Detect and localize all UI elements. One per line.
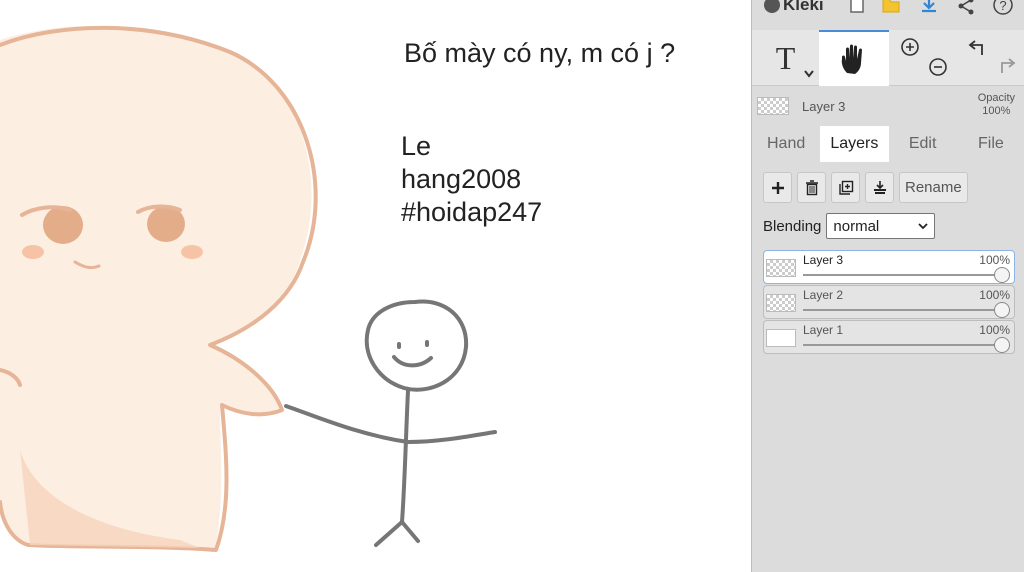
- plus-icon: [771, 181, 784, 194]
- new-image-button[interactable]: [846, 0, 868, 16]
- layer-name: Layer 3: [803, 253, 844, 267]
- save-folder-icon: [882, 0, 900, 13]
- layer-actions: Rename: [763, 172, 968, 203]
- layer-row-3[interactable]: Layer 3 100%: [763, 250, 1015, 284]
- canvas-signature-line-3: #hoidap247: [401, 197, 543, 227]
- active-layer-info: Layer 3 Opacity 100%: [752, 88, 1024, 124]
- app-logo[interactable]: Kleki: [764, 0, 824, 15]
- zoom-controls: [889, 30, 957, 86]
- canvas-caption-text: Bố mày có ny, m có j ?: [404, 38, 676, 68]
- blending-mode-value: normal: [833, 217, 880, 235]
- chevron-down-icon: [918, 222, 929, 229]
- active-layer-name: Layer 3: [802, 99, 846, 114]
- layer-name: Layer 2: [803, 288, 844, 302]
- opacity-label: Opacity: [977, 92, 1015, 104]
- tab-file[interactable]: File: [957, 126, 1024, 162]
- layer-opacity-slider-track[interactable]: [803, 309, 1002, 311]
- hand-tool-button[interactable]: [819, 30, 889, 86]
- canvas-signature-line-1: Le: [401, 131, 432, 161]
- opacity-value: 100%: [982, 105, 1011, 117]
- layer-opacity: 100%: [979, 288, 1010, 302]
- active-layer-opacity: Opacity 100%: [978, 92, 1015, 118]
- download-icon: [922, 0, 936, 13]
- layer-opacity-slider-track[interactable]: [803, 344, 1002, 346]
- text-tool-icon: T: [775, 39, 796, 76]
- save-button[interactable]: [880, 0, 902, 16]
- panel-tabs: Hand Layers Edit File: [752, 126, 1024, 162]
- tab-layers[interactable]: Layers: [820, 126, 889, 162]
- layer-opacity-slider-handle[interactable]: [994, 302, 1010, 318]
- download-button[interactable]: [918, 0, 940, 16]
- layers-panel: Rename Blending normal Layer 3 100% Laye…: [752, 162, 1024, 572]
- redo-icon[interactable]: [995, 56, 1017, 76]
- help-icon: ?: [993, 0, 1013, 15]
- new-file-icon: [850, 0, 864, 13]
- tab-hand[interactable]: Hand: [752, 126, 820, 162]
- rename-layer-button[interactable]: Rename: [899, 172, 968, 203]
- undo-redo-controls: [957, 30, 1024, 86]
- layer-opacity-slider-track[interactable]: [803, 274, 1002, 276]
- layer-row-2[interactable]: Layer 2 100%: [763, 285, 1015, 319]
- chevron-down-icon[interactable]: [804, 70, 814, 78]
- delete-layer-button[interactable]: [797, 172, 826, 203]
- blending-row: Blending normal: [763, 213, 936, 239]
- layer-opacity-slider-handle[interactable]: [994, 337, 1010, 353]
- tab-edit[interactable]: Edit: [889, 126, 957, 162]
- share-button[interactable]: [955, 0, 977, 16]
- app-name: Kleki: [783, 0, 824, 14]
- layer-opacity: 100%: [979, 323, 1010, 337]
- share-icon: [958, 0, 974, 15]
- duplicate-layer-button[interactable]: [831, 172, 860, 203]
- blob-character-fill: [0, 26, 312, 551]
- canvas-signature-line-2: hang2008: [401, 164, 522, 194]
- kleki-logo-icon: [764, 0, 780, 13]
- blob-eye-left: [43, 206, 83, 244]
- top-bar: Kleki ?: [752, 0, 1024, 18]
- zoom-out-icon[interactable]: [927, 56, 949, 78]
- drawing-artwork: [0, 25, 497, 552]
- duplicate-icon: [838, 180, 853, 195]
- layer-thumbnail: [766, 329, 796, 347]
- blending-label: Blending: [763, 217, 822, 235]
- layer-thumbnail: [766, 294, 796, 312]
- tool-bar: T: [752, 30, 1024, 86]
- svg-text:?: ?: [999, 0, 1006, 13]
- undo-icon[interactable]: [967, 38, 989, 58]
- drawing-canvas[interactable]: Bố mày có ny, m có j ? Le hang2008 #hoid…: [0, 0, 751, 572]
- layer-thumbnail: [766, 259, 796, 277]
- layer-opacity-slider-handle[interactable]: [994, 267, 1010, 283]
- blob-cheek-right: [181, 245, 203, 259]
- sidebar-panel: Kleki ? T Layer 3 Opacity 100% Hand Laye…: [751, 0, 1024, 572]
- merge-layer-button[interactable]: [865, 172, 894, 203]
- stick-figure: [284, 299, 497, 547]
- layer-opacity: 100%: [979, 253, 1010, 267]
- layer-row-1[interactable]: Layer 1 100%: [763, 320, 1015, 354]
- help-button[interactable]: ?: [992, 0, 1014, 16]
- merge-down-icon: [873, 180, 886, 194]
- layer-name: Layer 1: [803, 323, 844, 337]
- hand-icon: [841, 44, 862, 74]
- blob-cheek-left: [22, 245, 44, 259]
- trash-icon: [805, 179, 818, 195]
- add-layer-button[interactable]: [763, 172, 792, 203]
- blending-mode-select[interactable]: normal: [826, 213, 936, 239]
- active-layer-thumbnail: [757, 97, 789, 115]
- text-tool-button[interactable]: T: [752, 30, 819, 86]
